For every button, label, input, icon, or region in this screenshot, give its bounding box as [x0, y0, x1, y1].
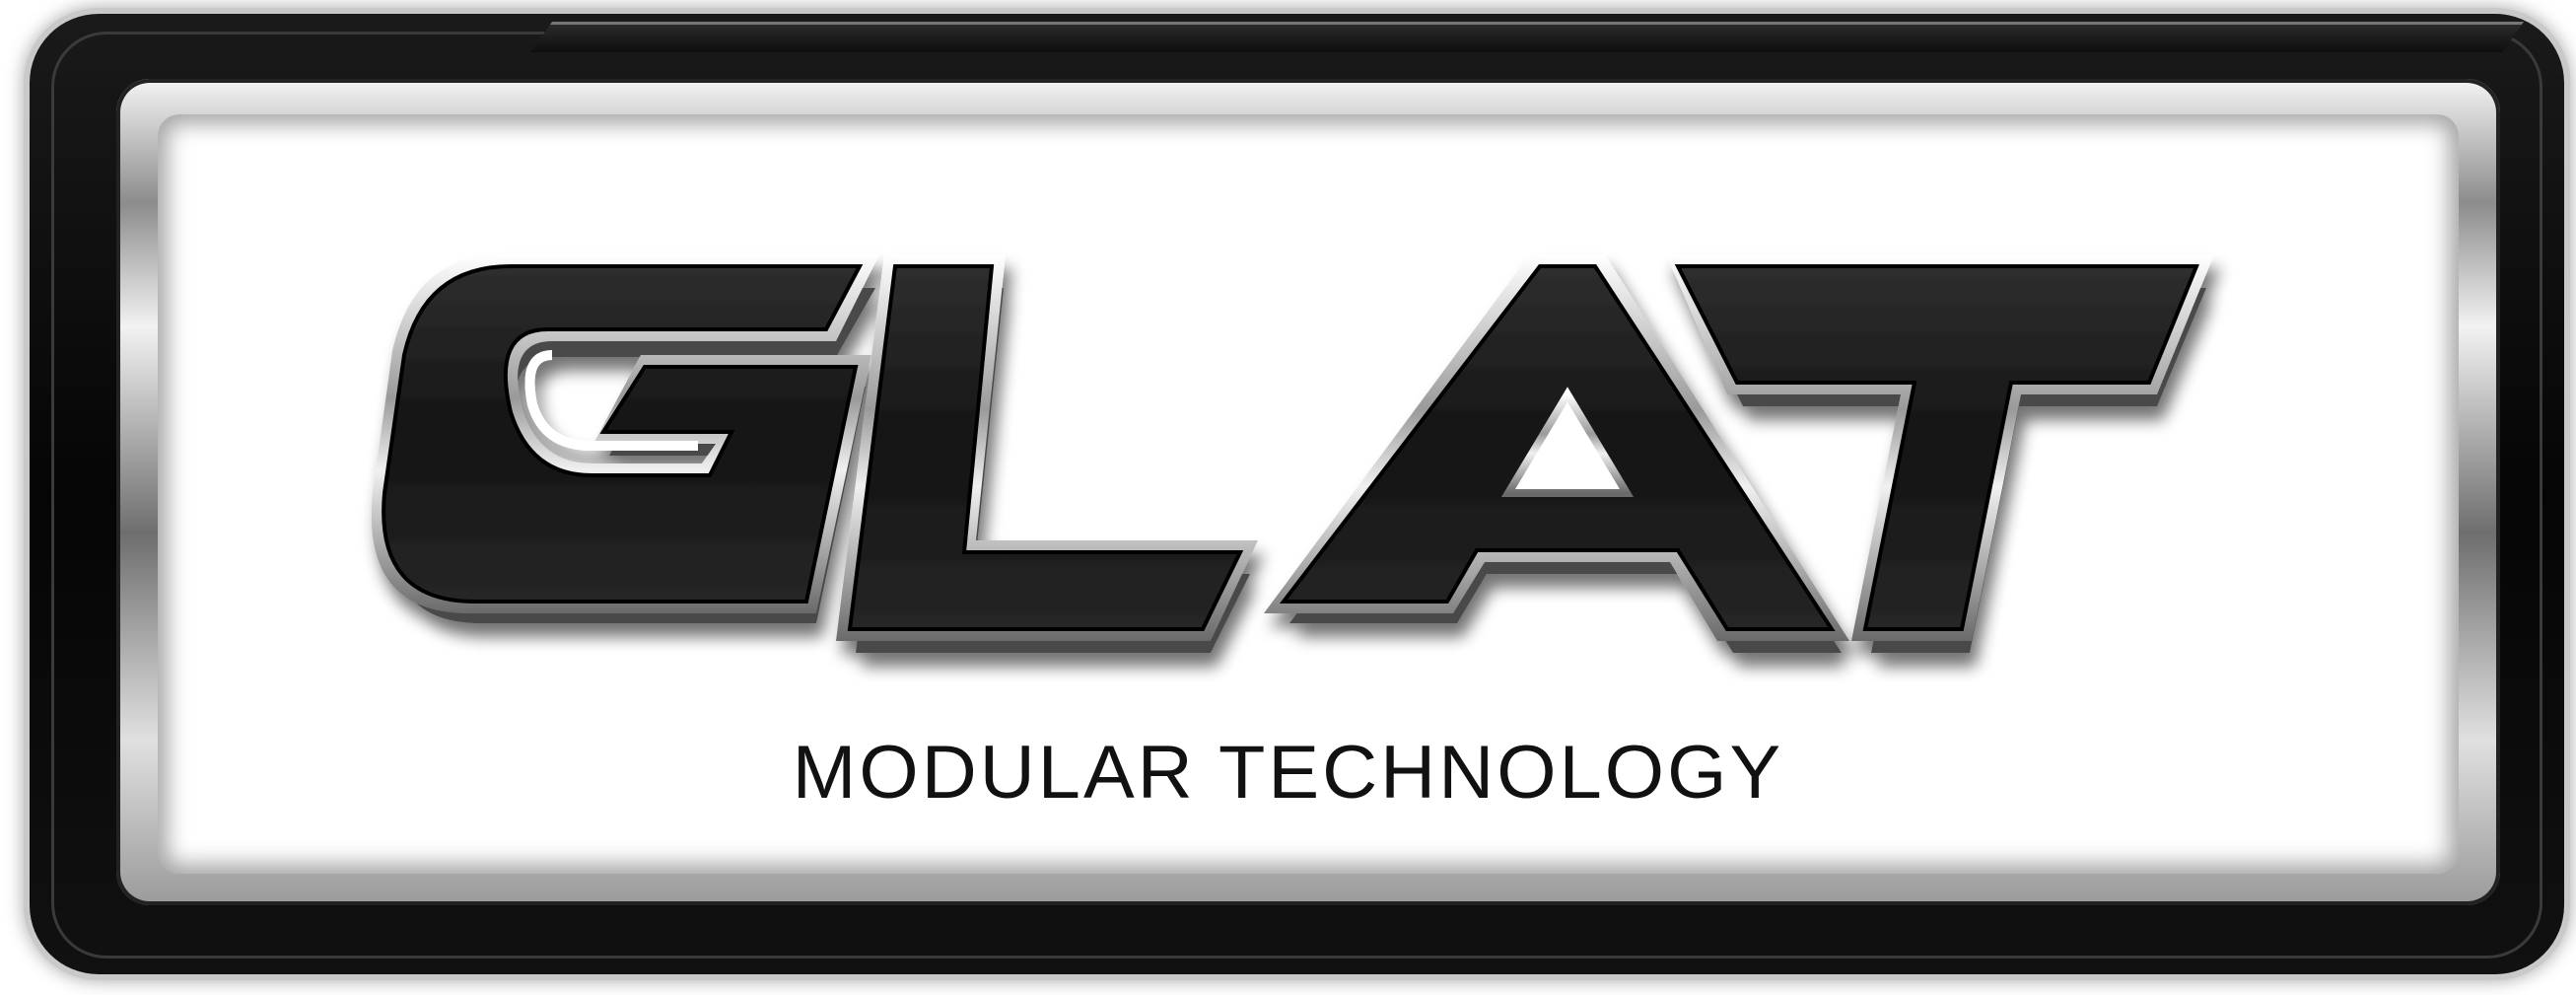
wordmark-letters: [371, 254, 2214, 653]
tagline-text: MODULAR TECHNOLOGY: [792, 731, 1784, 815]
logo-canvas: MODULAR TECHNOLOGY: [0, 0, 2576, 995]
glat-wordmark-logo: [371, 254, 2214, 653]
